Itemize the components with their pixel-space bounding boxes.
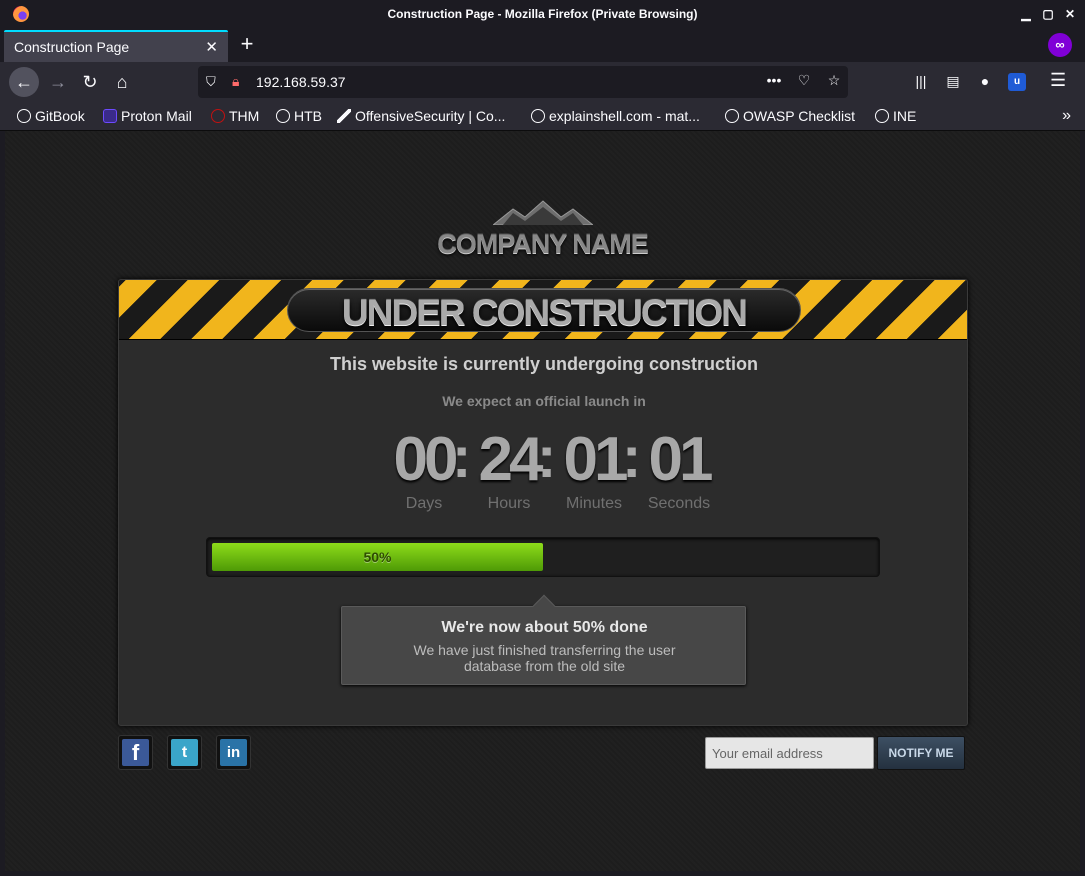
tab-title: Construction Page [14, 39, 130, 55]
bookmarks-toolbar: GitBook Proton Mail THM HTB OffensiveSec… [0, 102, 1085, 131]
progress-tooltip: We're now about 50% done We have just fi… [341, 594, 746, 685]
more-bookmarks-chevron-icon[interactable]: » [1062, 107, 1071, 125]
close-window-button[interactable]: ✕ [1062, 6, 1078, 22]
tooltip-title: We're now about 50% done [441, 619, 648, 636]
bookmark-ine[interactable]: INE [875, 108, 916, 124]
insecure-connection-icon[interactable]: 🔒︎ [232, 73, 239, 90]
tooltip-body: We have just finished transferring the u… [413, 642, 676, 674]
under-construction-title: UNDER CONSTRUCTION [342, 292, 748, 333]
notify-me-button[interactable]: NOTIFY ME [877, 736, 965, 770]
linkedin-button[interactable]: in [216, 735, 251, 770]
ublock-origin-icon[interactable]: u [1008, 73, 1026, 91]
page-viewport: COMPANY NAME UNDER CONSTRUCTION This web… [5, 131, 1080, 871]
hamburger-menu-icon[interactable]: ☰ [1050, 70, 1066, 91]
page-headline: This website is currently undergoing con… [329, 354, 759, 374]
title-bar: Construction Page - Mozilla Firefox (Pri… [0, 0, 1085, 28]
new-tab-button[interactable]: + [236, 32, 258, 56]
url-bar[interactable]: ⛉ 🔒︎ ••• ♡ ☆ [198, 66, 848, 98]
proton-icon [103, 109, 117, 123]
navigation-toolbar: ← → ↻ ⌂ ⛉ 🔒︎ ••• ♡ ☆ ||| ▤ ● u ☰ [0, 62, 1085, 102]
globe-icon [875, 109, 889, 123]
bookmark-gitbook[interactable]: GitBook [17, 108, 85, 124]
progress-bar: 50% [206, 537, 880, 577]
company-name: COMPANY NAME [437, 229, 649, 259]
forward-button[interactable]: → [43, 67, 73, 97]
library-icon[interactable]: ||| [912, 73, 930, 91]
countdown-timer: 00 Days : 24 Hours : 01 Minutes : 01 Sec… [384, 425, 714, 515]
construction-panel: UNDER CONSTRUCTION This website is curre… [118, 279, 968, 726]
bookmark-star-icon[interactable]: ☆ [826, 72, 842, 89]
twitter-icon: t [171, 739, 198, 766]
seconds-value: 01 [648, 425, 714, 494]
bookmark-thm[interactable]: THM [211, 108, 259, 124]
globe-icon [725, 109, 739, 123]
tooltip-arrow [532, 594, 556, 618]
sidebar-icon[interactable]: ▤ [944, 73, 962, 91]
linkedin-icon: in [220, 739, 247, 766]
account-icon[interactable]: ● [976, 73, 994, 91]
bookmark-offensive-security[interactable]: OffensiveSecurity | Co... [337, 108, 505, 124]
window-title: Construction Page - Mozilla Firefox (Pri… [387, 7, 698, 21]
globe-icon [17, 109, 31, 123]
back-button[interactable]: ← [9, 67, 39, 97]
tab-close-icon[interactable]: ✕ [205, 38, 218, 56]
maximize-button[interactable]: ▢ [1040, 6, 1056, 22]
tracking-protection-shield-icon[interactable]: ⛉ [206, 74, 216, 90]
thm-icon [211, 109, 225, 123]
pocket-icon[interactable]: ♡ [796, 72, 812, 89]
home-button[interactable]: ⌂ [107, 67, 137, 97]
facebook-icon: f [122, 739, 149, 766]
globe-icon [276, 109, 290, 123]
facebook-button[interactable]: f [118, 735, 153, 770]
hazard-stripe-banner: UNDER CONSTRUCTION [119, 280, 967, 340]
launch-subline: We expect an official launch in [442, 393, 646, 409]
tab-construction-page[interactable]: Construction Page ✕ [4, 30, 228, 62]
offsec-icon [337, 109, 351, 123]
progress-label: 50% [363, 549, 392, 565]
tab-strip: Construction Page ✕ + ∞ [0, 28, 1085, 62]
bookmark-owasp-checklist[interactable]: OWASP Checklist [725, 108, 855, 124]
progress-fill: 50% [212, 543, 543, 571]
twitter-button[interactable]: t [167, 735, 202, 770]
reload-button[interactable]: ↻ [75, 67, 105, 97]
countdown-seconds: 01 Seconds [639, 425, 719, 513]
private-browsing-icon: ∞ [1048, 33, 1072, 57]
minimize-button[interactable]: ▁ [1018, 6, 1034, 22]
seconds-label: Seconds [647, 495, 711, 512]
email-field[interactable] [705, 737, 874, 769]
bookmark-htb[interactable]: HTB [276, 108, 322, 124]
page-actions-icon[interactable]: ••• [766, 72, 782, 89]
bookmark-proton-mail[interactable]: Proton Mail [103, 108, 192, 124]
hours-label: Hours [487, 495, 531, 512]
days-label: Days [405, 495, 443, 512]
minutes-label: Minutes [565, 495, 623, 512]
url-input[interactable] [256, 72, 736, 92]
mountain-logo-icon [493, 200, 593, 225]
globe-icon [531, 109, 545, 123]
bookmark-explainshell[interactable]: explainshell.com - mat... [531, 108, 700, 124]
